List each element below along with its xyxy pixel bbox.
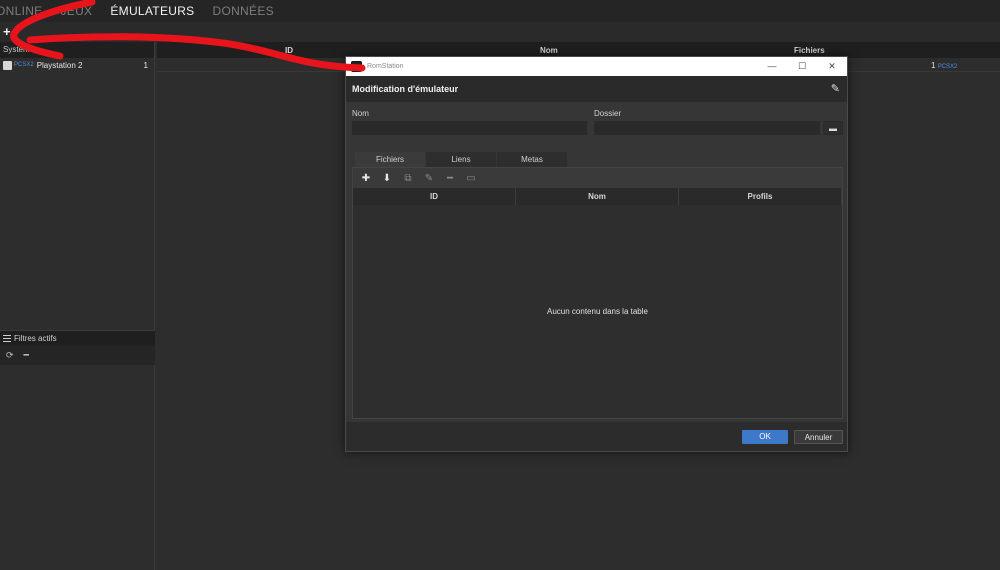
tab-fichiers[interactable]: Fichiers (355, 152, 425, 167)
column-profils[interactable]: Profils (679, 188, 842, 205)
maximize-button[interactable]: ☐ (787, 57, 817, 76)
column-id[interactable]: ID (285, 46, 293, 55)
romstation-icon (351, 61, 362, 72)
pencil-icon: ✎ (830, 83, 840, 95)
name-label: Nom (352, 109, 369, 118)
nav-online[interactable]: ONLINE (0, 4, 42, 18)
empty-table-message: Aucun contenu dans la table (547, 307, 648, 316)
files-table-header: ID Nom Profils (353, 188, 842, 205)
filters-panel: Filtres actifs ⟳ ━ (0, 330, 155, 570)
column-id[interactable]: ID (353, 188, 516, 205)
files-tab-panel: ✚ ⬇ ⧉ ✎ ━ ▭ ID Nom Profils Aucun contenu… (352, 167, 843, 419)
name-input[interactable] (352, 121, 587, 135)
nav-donnees[interactable]: DONNÉES (212, 4, 273, 18)
dialog-header: Modification d'émulateur ✎ (346, 76, 847, 102)
cancel-button[interactable]: Annuler (794, 430, 843, 444)
main-toolbar: + (0, 22, 1000, 42)
tab-metas[interactable]: Metas (497, 152, 567, 167)
minimize-button[interactable]: — (757, 57, 787, 76)
folder-label: Dossier (594, 109, 622, 118)
browse-folder-button[interactable]: ▬ (823, 121, 843, 135)
system-row[interactable]: PCSX2 Playstation 2 1 (0, 58, 154, 72)
tab-liens[interactable]: Liens (426, 152, 496, 167)
nav-jeux[interactable]: JEUX (60, 4, 92, 18)
folder-input[interactable] (594, 121, 820, 135)
system-name: Playstation 2 (36, 60, 83, 70)
ok-button[interactable]: OK (742, 430, 788, 444)
open-folder-icon[interactable]: ▭ (466, 173, 476, 184)
close-button[interactable]: ✕ (817, 57, 847, 76)
pcsx2-icon: PCSX2 (937, 64, 958, 70)
dialog-title: Modification d'émulateur (352, 84, 459, 94)
filters-toolbar: ⟳ ━ (0, 346, 155, 365)
nav-emulateurs[interactable]: ÉMULATEURS (110, 4, 194, 18)
pcsx2-icon: PCSX2 (14, 62, 34, 68)
download-icon[interactable]: ⬇ (382, 173, 392, 184)
window-title: RomStation (367, 63, 404, 70)
refresh-icon[interactable]: ⟳ (6, 350, 14, 361)
column-nom[interactable]: Nom (540, 46, 558, 55)
systems-header: Systèmes (0, 42, 154, 58)
window-titlebar: RomStation — ☐ ✕ (346, 57, 847, 76)
copy-icon[interactable]: ⧉ (403, 173, 413, 184)
remove-filter-icon[interactable]: ━ (24, 350, 29, 361)
systems-panel: Systèmes PCSX2 Playstation 2 1 Filtres a… (0, 42, 155, 570)
files-table-body: Aucun contenu dans la table (353, 205, 842, 418)
system-checkbox[interactable] (3, 60, 12, 70)
edit-icon[interactable]: ✎ (424, 173, 434, 184)
column-nom[interactable]: Nom (516, 188, 679, 205)
remove-icon[interactable]: ━ (445, 173, 455, 184)
dialog-tabs: Fichiers Liens Metas (355, 152, 568, 167)
edit-emulator-dialog: RomStation — ☐ ✕ Modification d'émulateu… (345, 56, 848, 452)
filters-header: Filtres actifs (0, 330, 155, 346)
column-fichiers[interactable]: Fichiers (794, 46, 825, 55)
system-count: 1 (143, 60, 148, 70)
list-icon (3, 335, 11, 343)
filters-title: Filtres actifs (14, 334, 57, 343)
top-navigation: ONLINE JEUX ÉMULATEURS DONNÉES (0, 0, 1000, 22)
row-files-count: 1 PCSX2 (931, 61, 958, 70)
dialog-footer: OK Annuler (346, 422, 847, 451)
add-icon[interactable]: ✚ (361, 173, 371, 184)
files-toolbar: ✚ ⬇ ⧉ ✎ ━ ▭ (353, 168, 842, 188)
add-emulator-button[interactable]: + (3, 24, 11, 39)
